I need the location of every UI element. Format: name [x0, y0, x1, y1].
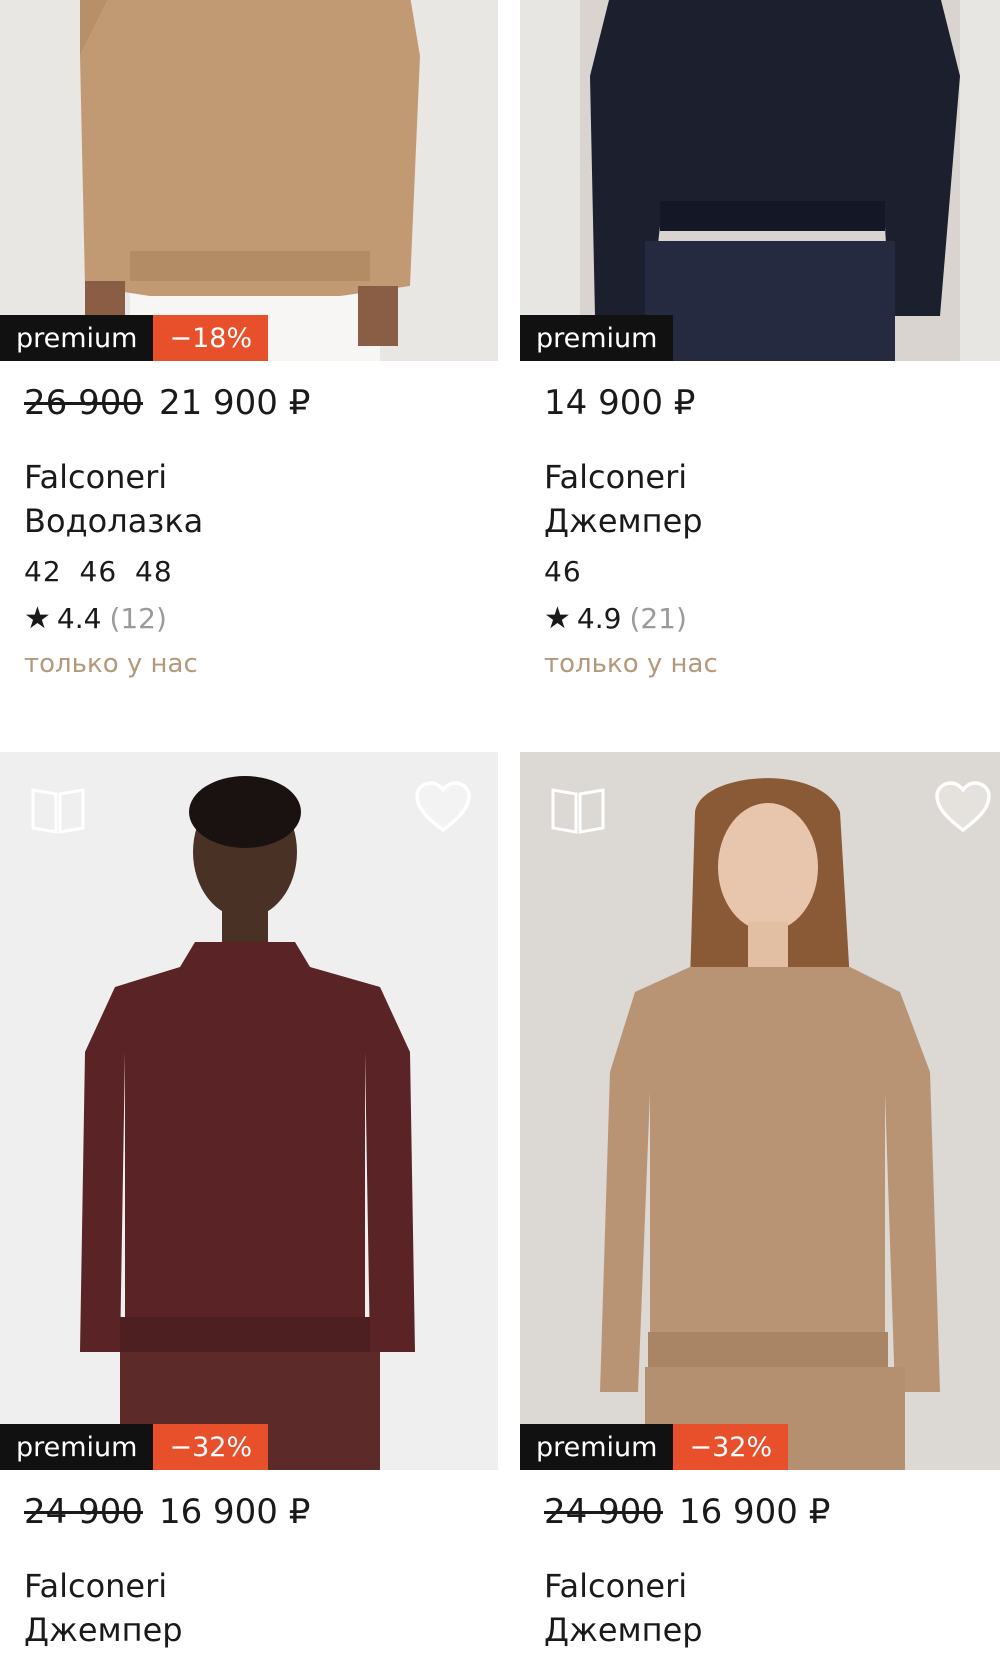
price-row: 24 900 16 900 ₽: [24, 1492, 474, 1542]
star-icon: ★: [24, 600, 51, 636]
rating-value: 4.4: [56, 602, 102, 635]
product-name[interactable]: Джемпер: [544, 499, 994, 543]
current-price: 16 900 ₽: [678, 1492, 831, 1532]
old-price: 26 900: [24, 383, 143, 423]
product-image: [520, 0, 1000, 361]
rating-value: 4.9: [576, 602, 622, 635]
heart-icon[interactable]: [934, 780, 992, 834]
old-price: 24 900: [24, 1492, 143, 1532]
old-price: 24 900: [544, 1492, 663, 1532]
product-info: 24 900 16 900 ₽ Falconeri Джемпер: [0, 1470, 498, 1652]
compare-icon[interactable]: [30, 784, 86, 834]
product-photo[interactable]: premium: [520, 0, 1000, 361]
product-image: [0, 0, 498, 361]
premium-badge: premium: [0, 315, 154, 361]
product-photo[interactable]: premium −32%: [0, 752, 498, 1470]
product-photo[interactable]: premium −18%: [0, 0, 498, 361]
product-image: [520, 752, 1000, 1470]
current-price: 16 900 ₽: [158, 1492, 311, 1532]
product-card[interactable]: premium −18% 26 900 21 900 ₽ Falconeri В…: [0, 0, 498, 679]
exclusive-label: только у нас: [544, 649, 718, 679]
exclusive-label: только у нас: [24, 649, 198, 679]
brand-name[interactable]: Falconeri: [544, 455, 994, 499]
product-card[interactable]: premium −32% 24 900 16 900 ₽ Falconeri Д…: [520, 752, 1000, 1652]
review-count: (21): [629, 602, 687, 635]
heart-icon[interactable]: [414, 780, 472, 834]
product-photo[interactable]: premium −32%: [520, 752, 1000, 1470]
rating: ★ 4.9 (21): [544, 602, 994, 635]
available-sizes: 42 46 48: [24, 555, 173, 588]
product-info: 14 900 ₽ Falconeri Джемпер 46 ★ 4.9 (21)…: [520, 361, 1000, 679]
available-sizes: 46: [544, 555, 582, 588]
compare-icon[interactable]: [550, 784, 606, 834]
product-card[interactable]: premium 14 900 ₽ Falconeri Джемпер 46 ★ …: [520, 0, 1000, 679]
product-name[interactable]: Джемпер: [544, 1608, 994, 1652]
product-name[interactable]: Водолазка: [24, 499, 474, 543]
product-card[interactable]: premium −32% 24 900 16 900 ₽ Falconeri Д…: [0, 752, 498, 1652]
discount-badge: −18%: [153, 315, 269, 361]
rating: ★ 4.4 (12): [24, 602, 474, 635]
product-name[interactable]: Джемпер: [24, 1608, 474, 1652]
price-row: 14 900 ₽: [544, 383, 994, 433]
premium-badge: premium: [520, 1424, 674, 1470]
badges: premium −32%: [0, 1424, 269, 1470]
current-price: 14 900 ₽: [544, 383, 696, 423]
discount-badge: −32%: [153, 1424, 269, 1470]
current-price: 21 900 ₽: [158, 383, 311, 423]
price-row: 24 900 16 900 ₽: [544, 1492, 994, 1542]
badges: premium −18%: [0, 315, 269, 361]
product-image: [0, 752, 498, 1470]
price-row: 26 900 21 900 ₽: [24, 383, 474, 433]
product-info: 26 900 21 900 ₽ Falconeri Водолазка 42 4…: [0, 361, 498, 679]
premium-badge: premium: [520, 315, 674, 361]
review-count: (12): [109, 602, 167, 635]
discount-badge: −32%: [673, 1424, 789, 1470]
brand-name[interactable]: Falconeri: [24, 1564, 474, 1608]
badges: premium −32%: [520, 1424, 789, 1470]
brand-name[interactable]: Falconeri: [544, 1564, 994, 1608]
premium-badge: premium: [0, 1424, 154, 1470]
badges: premium: [520, 315, 674, 361]
star-icon: ★: [544, 600, 571, 636]
brand-name[interactable]: Falconeri: [24, 455, 474, 499]
product-info: 24 900 16 900 ₽ Falconeri Джемпер: [520, 1470, 1000, 1652]
